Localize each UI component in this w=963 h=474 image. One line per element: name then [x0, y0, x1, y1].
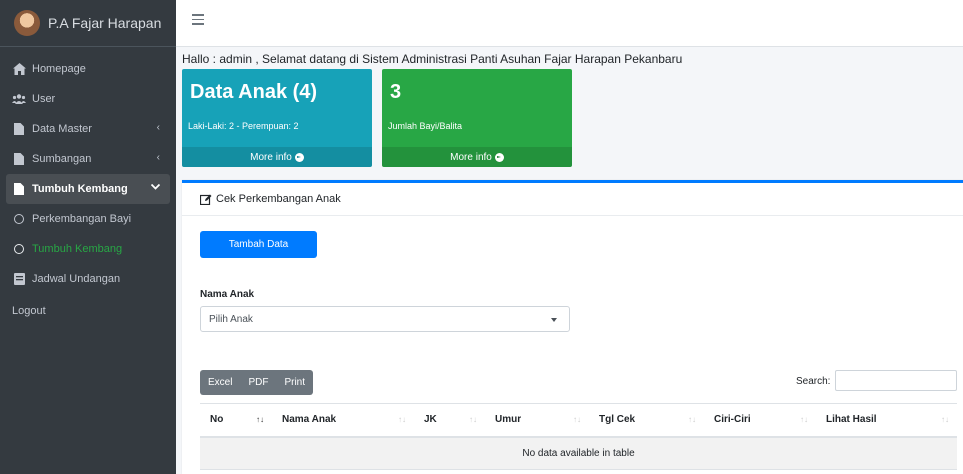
sidebar-item-label: User	[32, 93, 56, 105]
sidebar-item-label: Sumbangan	[32, 153, 92, 165]
arrow-circle-right-icon	[294, 152, 304, 162]
sort-icon: ↑↓	[941, 415, 949, 424]
more-info-label: More info	[450, 151, 492, 163]
pdf-button[interactable]: PDF	[240, 370, 276, 395]
brand-title: P.A Fajar Harapan	[48, 15, 162, 31]
box-label: Laki-Laki: 2 - Perempuan: 2	[188, 121, 299, 131]
circle-icon	[12, 213, 26, 226]
brand-link[interactable]: P.A Fajar Harapan	[0, 0, 176, 47]
column-header-lihat-hasil[interactable]: Lihat Hasil ↑↓	[816, 403, 957, 438]
box-label: Jumlah Bayi/Balita	[388, 121, 463, 131]
sidebar-item-label: Jadwal Undangan	[32, 273, 121, 285]
sort-icon: ↑↓	[398, 415, 406, 424]
chevron-down-icon	[551, 318, 557, 322]
sidebar-subitem-perkembangan-bayi[interactable]: Perkembangan Bayi	[0, 204, 176, 234]
brand-logo	[14, 10, 40, 36]
column-header-no[interactable]: No ↑↓	[200, 403, 272, 438]
sidebar-item-sumbangan[interactable]: Sumbangan ‹	[0, 144, 176, 174]
chevron-left-icon: ‹	[156, 152, 160, 163]
sort-icon: ↑↓	[800, 415, 808, 424]
chevron-down-icon	[150, 182, 161, 193]
sidebar-item-jadwal-undangan[interactable]: Jadwal Undangan	[0, 264, 176, 294]
table-row: No data available in table	[200, 436, 957, 470]
search-label: Search:	[796, 376, 831, 387]
welcome-message: Hallo : admin , Selamat datang di Sistem…	[182, 52, 683, 66]
cek-perkembangan-card: Cek Perkembangan Anak Tambah Data Nama A…	[182, 180, 963, 474]
file-icon	[12, 183, 26, 196]
home-icon	[12, 63, 26, 76]
box-number: 3	[390, 81, 402, 103]
column-header-tgl-cek[interactable]: Tgl Cek ↑↓	[589, 403, 704, 438]
book-icon	[12, 273, 26, 286]
sidebar-item-data-master[interactable]: Data Master ‹	[0, 114, 176, 144]
top-navbar	[176, 0, 963, 47]
more-info-link[interactable]: More info	[382, 147, 572, 167]
card-header: Cek Perkembangan Anak	[182, 183, 963, 216]
column-header-jk[interactable]: JK ↑↓	[414, 403, 485, 438]
sidebar-item-logout[interactable]: Logout	[0, 296, 176, 326]
data-anak-box: Data Anak (4) Laki-Laki: 2 - Perempuan: …	[182, 69, 372, 167]
column-header-umur[interactable]: Umur ↑↓	[485, 403, 589, 438]
sidebar-item-user[interactable]: User	[0, 84, 176, 114]
sidebar-item-label: Tumbuh Kembang	[32, 243, 123, 255]
sidebar-nav: Homepage User Data Master ‹ Sumbangan ‹	[0, 47, 176, 326]
chevron-left-icon: ‹	[156, 122, 160, 133]
nama-anak-select[interactable]: Pilih Anak	[200, 306, 570, 332]
box-number: Data Anak (4)	[190, 81, 318, 103]
search-input[interactable]	[835, 370, 957, 391]
column-header-nama-anak[interactable]: Nama Anak ↑↓	[272, 403, 414, 438]
sort-icon: ↑↓	[256, 415, 264, 424]
sidebar-subitem-tumbuh-kembang[interactable]: Tumbuh Kembang	[0, 234, 176, 264]
sort-icon: ↑↓	[688, 415, 696, 424]
sidebar-item-label: Logout	[12, 305, 46, 317]
users-icon	[12, 93, 26, 106]
card-title: Cek Perkembangan Anak	[216, 193, 341, 205]
sidebar-item-homepage[interactable]: Homepage	[0, 54, 176, 84]
sort-icon: ↑↓	[573, 415, 581, 424]
sidebar-item-label: Tumbuh Kembang	[32, 183, 128, 195]
sort-icon: ↑↓	[469, 415, 477, 424]
excel-button[interactable]: Excel	[200, 370, 240, 395]
sidebar-item-tumbuh-kembang[interactable]: Tumbuh Kembang	[6, 174, 170, 204]
table-header-row: No ↑↓ Nama Anak ↑↓ JK ↑↓ Umur ↑↓ Tgl Cek ↑↓ C…	[200, 403, 957, 438]
tambah-data-button[interactable]: Tambah Data	[200, 231, 317, 258]
menu-toggle-icon[interactable]	[192, 14, 204, 26]
column-header-ciri-ciri[interactable]: Ciri-Ciri ↑↓	[704, 403, 816, 438]
empty-table-message: No data available in table	[200, 436, 957, 470]
file-icon	[12, 123, 26, 136]
edit-icon	[200, 194, 212, 205]
sidebar: P.A Fajar Harapan Homepage User Data Mas…	[0, 0, 176, 474]
export-button-group: Excel PDF Print	[200, 370, 314, 395]
nama-anak-label: Nama Anak	[200, 289, 255, 300]
print-button[interactable]: Print	[276, 370, 313, 395]
file-icon	[12, 153, 26, 166]
sidebar-item-label: Perkembangan Bayi	[32, 213, 132, 225]
sidebar-item-label: Data Master	[32, 123, 92, 135]
sidebar-item-label: Homepage	[32, 63, 86, 75]
jumlah-bayi-box: 3 Jumlah Bayi/Balita More info	[382, 69, 572, 167]
more-info-label: More info	[250, 151, 292, 163]
data-table: No ↑↓ Nama Anak ↑↓ JK ↑↓ Umur ↑↓ Tgl Cek ↑↓ C…	[200, 403, 957, 470]
arrow-circle-right-icon	[494, 152, 504, 162]
circle-icon	[12, 243, 26, 256]
select-value: Pilih Anak	[209, 313, 253, 325]
more-info-link[interactable]: More info	[182, 147, 372, 167]
